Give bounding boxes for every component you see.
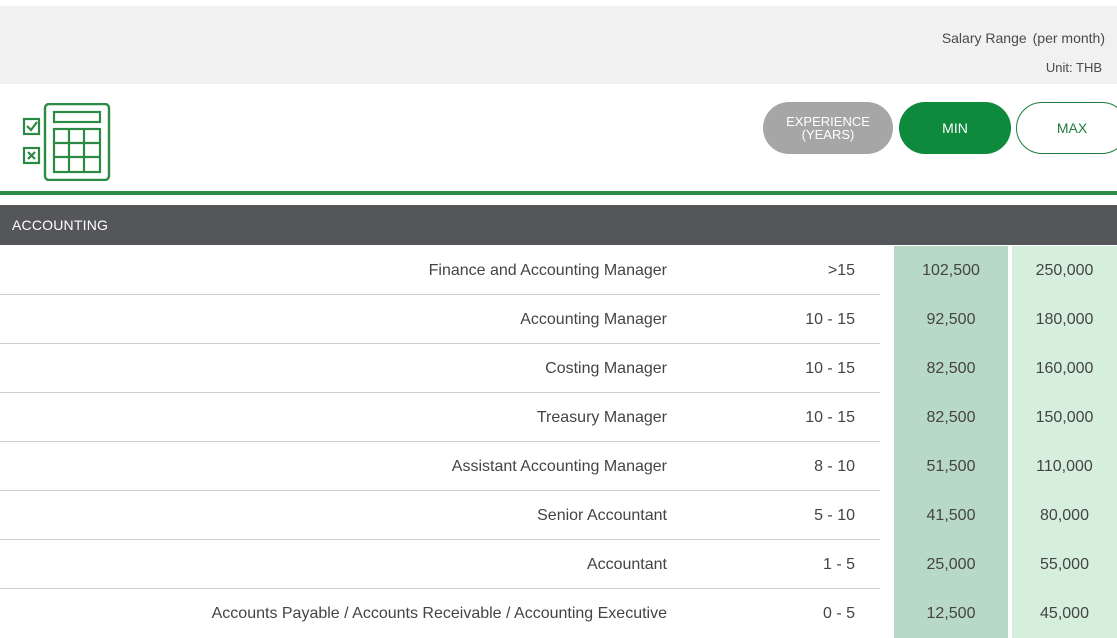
table-row: Assistant Accounting Manager 8 - 10 51,500…: [0, 442, 1117, 491]
calculator-checklist-icon: [22, 102, 112, 186]
experience-cell: 10 - 15: [805, 408, 855, 426]
experience-cell: 10 - 15: [805, 359, 855, 377]
experience-cell: >15: [827, 261, 855, 279]
max-salary-cell: 45,000: [1012, 589, 1117, 638]
min-column-button[interactable]: MIN: [899, 102, 1011, 154]
table-row: Accounting Manager 10 - 15 92,500 180,000: [0, 295, 1117, 344]
min-salary-cell: 102,500: [894, 246, 1008, 295]
max-salary-cell: 160,000: [1012, 344, 1117, 393]
max-salary-cell: 250,000: [1012, 246, 1117, 295]
section-header-accounting: ACCOUNTING: [0, 205, 1117, 245]
experience-label-line2: (YEARS): [801, 127, 855, 142]
min-salary-cell: 12,500: [894, 589, 1008, 638]
table-row: Costing Manager 10 - 15 82,500 160,000: [0, 344, 1117, 393]
unit-label: Unit: THB: [1045, 60, 1102, 75]
job-title-cell: Senior Accountant: [537, 506, 667, 524]
min-salary-cell: 41,500: [894, 491, 1008, 540]
max-salary-cell: 80,000: [1012, 491, 1117, 540]
max-salary-cell: 180,000: [1012, 295, 1117, 344]
salary-table: Finance and Accounting Manager >15 102,500…: [0, 246, 1117, 638]
min-salary-cell: 92,500: [894, 295, 1008, 344]
table-row: Finance and Accounting Manager >15 102,500…: [0, 246, 1117, 295]
min-salary-cell: 25,000: [894, 540, 1008, 589]
salary-range-text: Salary Range: [941, 30, 1027, 46]
job-title-cell: Treasury Manager: [536, 408, 667, 426]
salary-range-label: Salary Range (per month): [942, 30, 1105, 46]
job-title-cell: Finance and Accounting Manager: [428, 261, 667, 279]
salary-info-band: Salary Range (per month) Unit: THB: [0, 6, 1117, 84]
table-row: Accounts Payable / Accounts Receivable /…: [0, 589, 1117, 638]
experience-column-button[interactable]: EXPERIENCE (YEARS): [763, 102, 893, 154]
section-divider: [0, 191, 1117, 195]
per-month-text: (per month): [1032, 30, 1105, 46]
table-row: Accountant 1 - 5 25,000 55,000: [0, 540, 1117, 589]
max-column-button[interactable]: MAX: [1016, 102, 1117, 154]
min-salary-cell: 51,500: [894, 442, 1008, 491]
table-row: Treasury Manager 10 - 15 82,500 150,000: [0, 393, 1117, 442]
experience-cell: 5 - 10: [814, 506, 855, 524]
experience-cell: 1 - 5: [822, 555, 855, 573]
job-title-cell: Assistant Accounting Manager: [451, 457, 667, 475]
job-title-cell: Accounting Manager: [520, 310, 667, 328]
max-salary-cell: 55,000: [1012, 540, 1117, 589]
job-title-cell: Accountant: [586, 555, 667, 573]
max-salary-cell: 150,000: [1012, 393, 1117, 442]
job-title-cell: Costing Manager: [545, 359, 667, 377]
min-salary-cell: 82,500: [894, 344, 1008, 393]
job-title-cell: Accounts Payable / Accounts Receivable /…: [211, 604, 667, 622]
experience-cell: 10 - 15: [805, 310, 855, 328]
experience-cell: 0 - 5: [822, 604, 855, 622]
table-row: Senior Accountant 5 - 10 41,500 80,000: [0, 491, 1117, 540]
min-salary-cell: 82,500: [894, 393, 1008, 442]
max-salary-cell: 110,000: [1012, 442, 1117, 491]
experience-cell: 8 - 10: [814, 457, 855, 475]
